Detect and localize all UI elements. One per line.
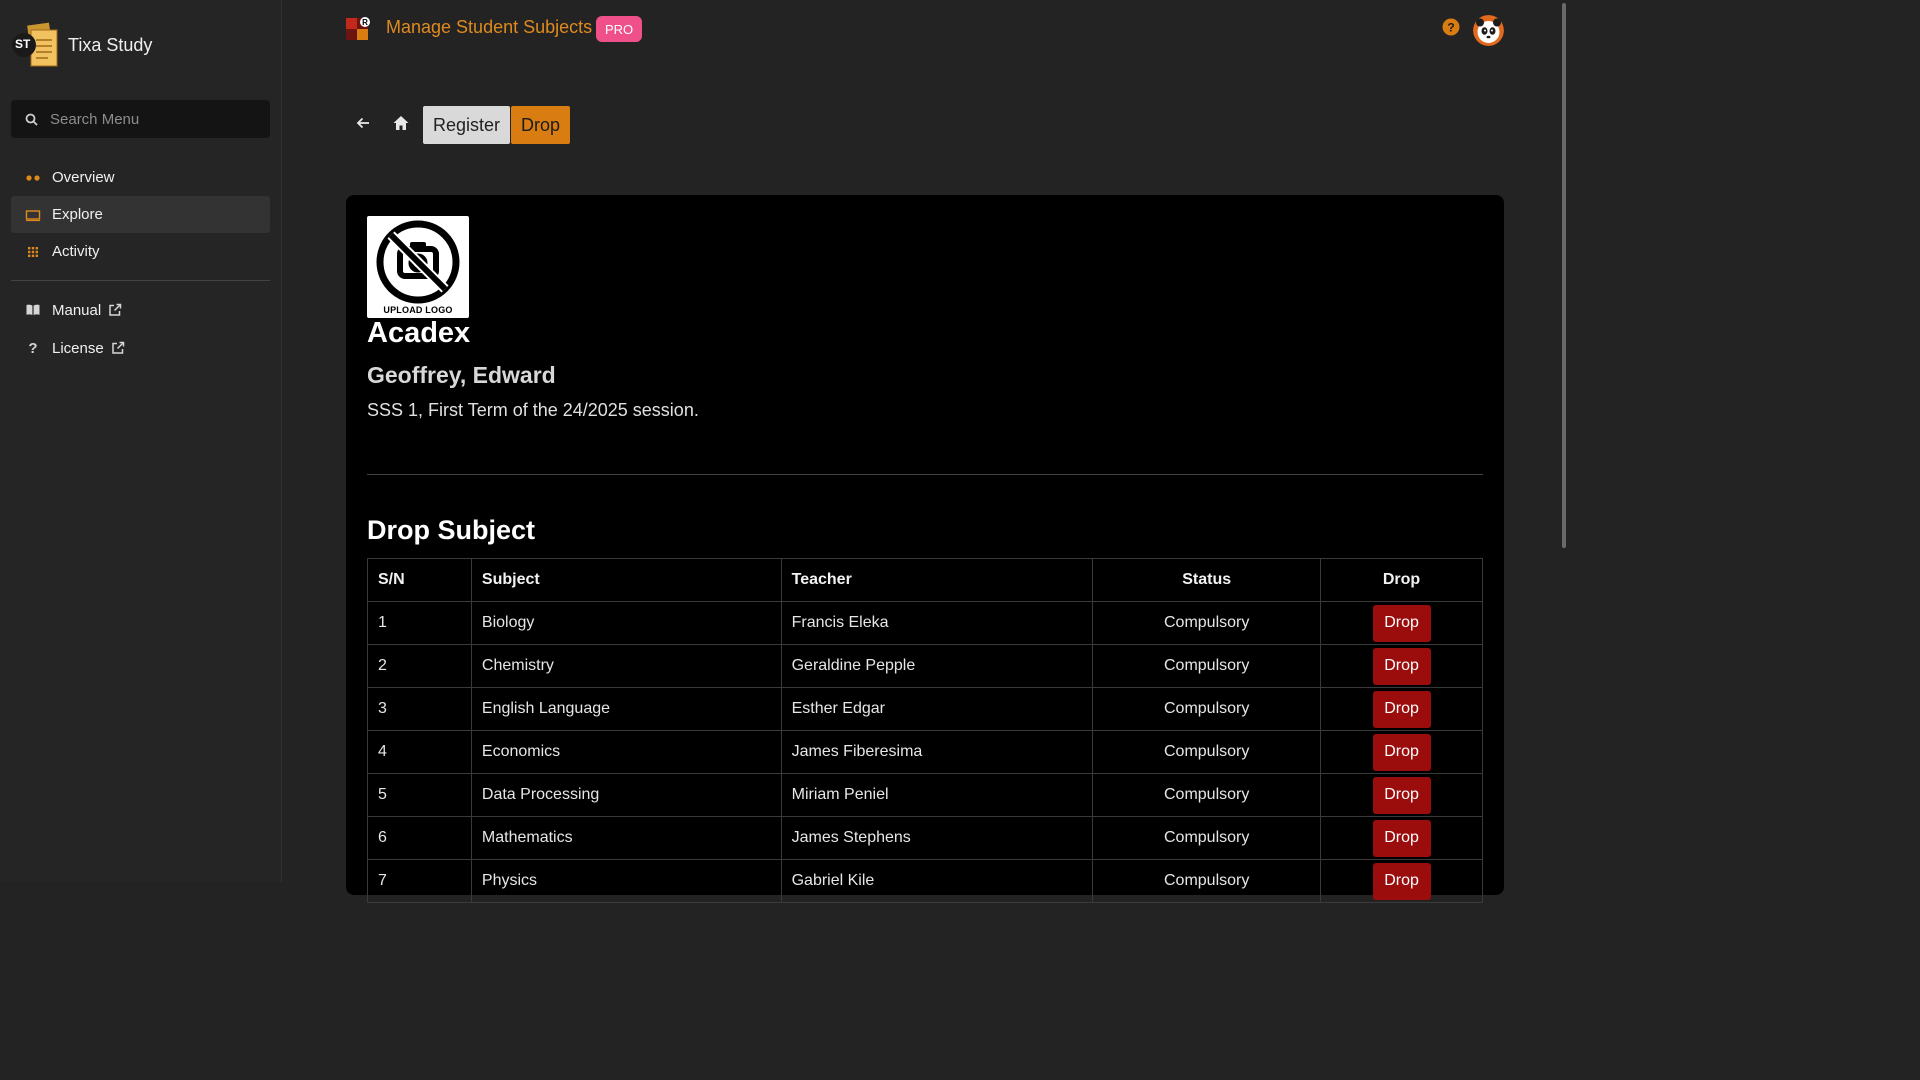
search-input[interactable] [50, 110, 250, 128]
page-scrollbar[interactable] [1560, 0, 1568, 882]
teacher-name: Miriam Peniel [780, 773, 1094, 817]
section-divider [367, 474, 1483, 475]
row-number: 2 [367, 644, 472, 688]
upload-logo-button[interactable]: UPLOAD LOGO [367, 216, 469, 318]
sidebar-item-overview[interactable]: Overview [11, 159, 270, 196]
sidebar-item-label: Overview [52, 169, 115, 186]
drop-subject-button[interactable]: Drop [1372, 819, 1431, 857]
dots-icon [25, 170, 41, 186]
drop-subject-button[interactable]: Drop [1372, 604, 1431, 642]
brand-name: Tixa Study [68, 34, 153, 55]
drop-subject-button[interactable]: Drop [1372, 776, 1431, 814]
row-number: 6 [367, 816, 472, 860]
page-title: Manage Student Subjects [386, 17, 593, 37]
brand-initials: ST [15, 37, 31, 51]
subject-status: Compulsory [1092, 730, 1322, 774]
sidebar-item-label: Explore [52, 206, 103, 223]
subject-name: Data Processing [470, 773, 782, 817]
subject-name: Biology [470, 601, 782, 645]
row-number: 4 [367, 730, 472, 774]
brand-logo-icon: ST [11, 20, 61, 70]
external-link-icon [111, 341, 125, 355]
back-arrow-icon[interactable] [352, 112, 374, 134]
table-row: 6 Mathematics James Stephens Compulsory … [367, 816, 1483, 860]
column-header: Subject [470, 558, 782, 602]
register-tab-button[interactable]: Register [423, 106, 511, 144]
upload-logo-caption: UPLOAD LOGO [383, 305, 453, 315]
subjects-table: S/N Subject Teacher Status Drop 1 Biolog… [367, 558, 1483, 903]
table-row: 3 English Language Esther Edgar Compulso… [367, 687, 1483, 731]
student-name: Geoffrey, Edward [367, 362, 556, 388]
pro-badge: PRO [596, 16, 643, 42]
table-row: 1 Biology Francis Eleka Compulsory Drop [367, 601, 1483, 645]
scrollbar-thumb[interactable] [1562, 3, 1566, 548]
brand[interactable]: ST Tixa Study [11, 20, 152, 70]
subject-status: Compulsory [1092, 601, 1322, 645]
row-number: 3 [367, 687, 472, 731]
drop-tab-button[interactable]: Drop [511, 106, 571, 144]
sidebar-item-license[interactable]: ? License [11, 329, 270, 367]
session-info: SSS 1, First Term of the 24/2025 session… [367, 400, 699, 420]
column-header: S/N [367, 558, 472, 602]
teacher-name: Esther Edgar [780, 687, 1094, 731]
section-title: Drop Subject [367, 515, 536, 545]
sidebar-item-explore[interactable]: Explore [11, 196, 270, 233]
external-link-icon [108, 303, 122, 317]
teacher-name: Francis Eleka [780, 601, 1094, 645]
row-number: 5 [367, 773, 472, 817]
table-header-row: S/N Subject Teacher Status Drop [367, 558, 1483, 602]
book-icon [25, 302, 41, 318]
sidebar-item-label: Activity [52, 243, 100, 260]
drop-subject-button[interactable]: Drop [1372, 690, 1431, 728]
monitor-icon [25, 207, 41, 223]
subject-status: Compulsory [1092, 687, 1322, 731]
sidebar: ST Tixa Study Overview Explore [0, 0, 282, 882]
table-row: 5 Data Processing Miriam Peniel Compulso… [367, 773, 1483, 817]
search-icon [25, 113, 38, 126]
sidebar-item-activity[interactable]: Activity [11, 233, 270, 270]
drop-subject-button[interactable]: Drop [1372, 647, 1431, 685]
sidebar-links: Manual ? License [11, 291, 270, 367]
sidebar-item-manual[interactable]: Manual [11, 291, 270, 329]
drop-subject-button[interactable]: Drop [1372, 862, 1431, 900]
subject-status: Compulsory [1092, 773, 1322, 817]
teacher-name: Gabriel Kile [780, 859, 1094, 903]
svg-text:R: R [362, 18, 368, 27]
teacher-name: James Fiberesima [780, 730, 1094, 774]
column-header: Drop [1320, 558, 1483, 602]
teacher-name: Geraldine Pepple [780, 644, 1094, 688]
subject-name: Economics [470, 730, 782, 774]
subject-status: Compulsory [1092, 816, 1322, 860]
subject-status: Compulsory [1092, 644, 1322, 688]
sidebar-divider [11, 280, 270, 281]
app-module-icon: R [346, 16, 372, 42]
subject-name: Physics [470, 859, 782, 903]
school-name: Acadex [367, 317, 471, 349]
help-icon[interactable]: ? [1442, 18, 1460, 36]
drop-subject-button[interactable]: Drop [1372, 733, 1431, 771]
teacher-name: James Stephens [780, 816, 1094, 860]
home-icon[interactable] [390, 112, 412, 134]
grid-icon [25, 244, 41, 260]
subject-name: English Language [470, 687, 782, 731]
table-row: 7 Physics Gabriel Kile Compulsory Drop [367, 859, 1483, 903]
question-icon: ? [28, 339, 38, 357]
column-header: Status [1092, 558, 1322, 602]
no-camera-icon [376, 220, 460, 304]
subject-status: Compulsory [1092, 859, 1322, 903]
row-number: 1 [367, 601, 472, 645]
sidebar-item-label: Manual [52, 301, 102, 319]
table-row: 2 Chemistry Geraldine Pepple Compulsory … [367, 644, 1483, 688]
avatar[interactable] [1473, 15, 1504, 46]
sidebar-item-label: License [52, 339, 104, 357]
table-row: 4 Economics James Fiberesima Compulsory … [367, 730, 1483, 774]
subject-name: Chemistry [470, 644, 782, 688]
row-number: 7 [367, 859, 472, 903]
sidebar-nav: Overview Explore Activity [11, 159, 270, 270]
search-box[interactable] [11, 100, 270, 138]
svg-text:?: ? [1447, 21, 1454, 35]
subject-name: Mathematics [470, 816, 782, 860]
student-card: UPLOAD LOGO Acadex Geoffrey, Edward SSS … [346, 195, 1504, 903]
column-header: Teacher [780, 558, 1094, 602]
